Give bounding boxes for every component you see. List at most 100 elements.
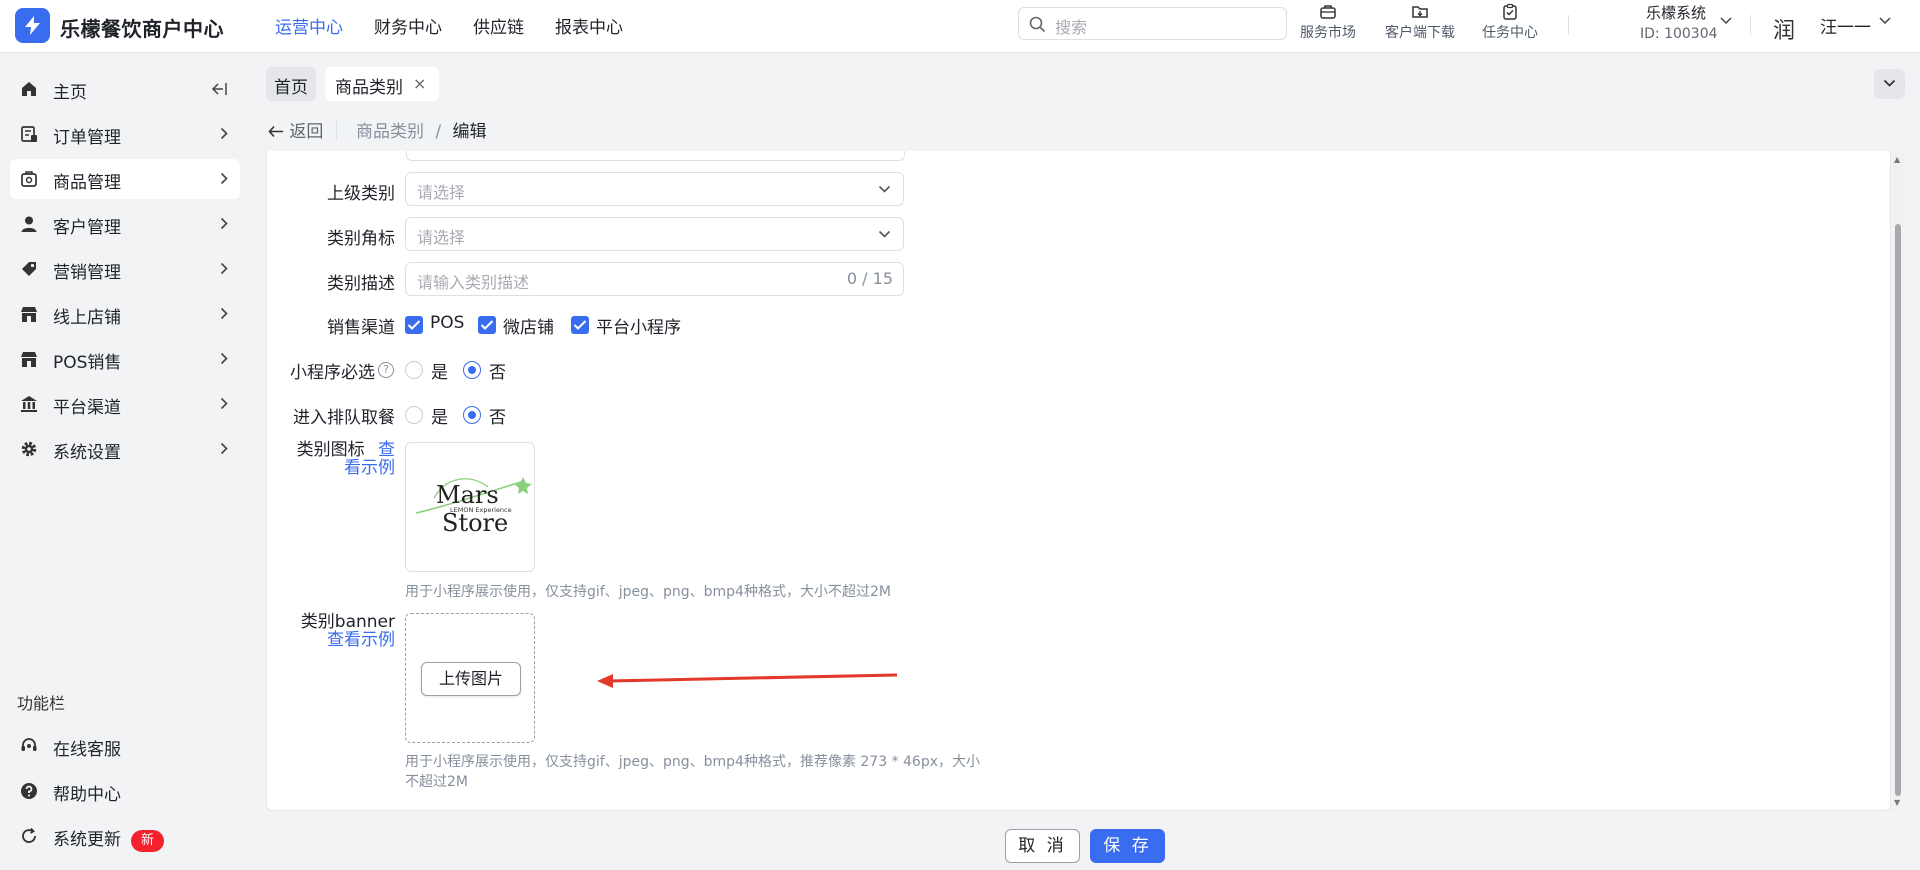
check-icon [407, 320, 421, 330]
sidebar-item-platform-channels[interactable]: 平台渠道 [10, 384, 240, 424]
scroll-down-icon[interactable]: ▼ [1894, 798, 1900, 807]
breadcrumb-divider [336, 119, 337, 139]
store-icon [21, 307, 37, 322]
checkbox-mini-program-label[interactable]: 平台小程序 [596, 313, 681, 338]
category-icon-preview[interactable]: Mars LEMON Experience Store [405, 442, 535, 572]
nav-supply-chain[interactable]: 供应链 [473, 13, 524, 38]
sidebar-item-system-settings[interactable]: 系统设置 [10, 429, 240, 469]
sidebar-item-home[interactable]: 主页 [10, 69, 240, 109]
checkbox-mini-program[interactable] [571, 316, 589, 334]
parent-category-label: 上级类别 [327, 184, 395, 204]
help-icon[interactable]: ? [378, 362, 394, 378]
sidebar: 主页 订单管理 商品管理 客户管理 营销管理 线上店铺 POS销售 平台渠道 系 [0, 54, 250, 870]
checkbox-pos-label[interactable]: POS [430, 313, 464, 333]
mini-required-label: 小程序必选 [290, 363, 375, 383]
category-desc-label: 类别描述 [327, 274, 395, 294]
checkbox-micro-store[interactable] [478, 316, 496, 334]
top-nav: 运营中心 财务中心 供应链 报表中心 [275, 13, 654, 38]
radio-yes-label[interactable]: 是 [431, 358, 448, 383]
breadcrumb-parent[interactable]: 商品类别 [356, 122, 424, 142]
char-count: 0 / 15 [846, 269, 893, 288]
banner-hint-line1: 用于小程序展示使用，仅支持gif、jpeg、png、bmp4种格式，推荐像素 2… [405, 754, 981, 770]
user-name[interactable]: 汪一一 [1820, 13, 1871, 38]
category-badge-select[interactable]: 请选择 [405, 217, 904, 251]
chevron-right-icon [220, 397, 228, 410]
view-example-link[interactable]: 查 [378, 440, 395, 460]
system-switcher[interactable]: 乐檬系统 ID: 100304 [1640, 2, 1718, 42]
category-badge-label: 类别角标 [327, 229, 395, 249]
chevron-right-icon [220, 352, 228, 365]
category-icon-label-text: 类别图标 [296, 440, 365, 460]
task-center-button[interactable]: 任务中心 [1482, 3, 1538, 42]
sidebar-item-customers[interactable]: 客户管理 [10, 204, 240, 244]
parent-category-placeholder: 请选择 [417, 183, 466, 202]
tabs-dropdown-button[interactable] [1874, 69, 1905, 99]
chevron-down-icon[interactable] [1878, 16, 1892, 26]
sidebar-item-products[interactable]: 商品管理 [10, 159, 240, 199]
nav-reports[interactable]: 报表中心 [555, 13, 623, 38]
client-download-button[interactable]: 客户端下载 [1385, 3, 1455, 42]
collapse-sidebar-icon[interactable] [211, 82, 228, 96]
radio-no-label[interactable]: 否 [489, 358, 506, 383]
chevron-right-icon [220, 442, 228, 455]
folder-download-icon [1412, 6, 1428, 18]
chevron-down-icon[interactable] [1719, 16, 1733, 26]
category-icon-label: 类别图标 查 看示例 [280, 441, 395, 477]
sidebar-item-online-store[interactable]: 线上店铺 [10, 294, 240, 334]
save-button[interactable]: 保 存 [1090, 829, 1165, 863]
radio-yes-label[interactable]: 是 [431, 403, 448, 428]
breadcrumb: 商品类别 / 编辑 [356, 117, 487, 142]
category-badge-placeholder: 请选择 [417, 228, 466, 247]
search-input[interactable]: 搜索 [1018, 7, 1287, 40]
cancel-button[interactable]: 取 消 [1005, 829, 1080, 863]
radio-queue-yes[interactable] [405, 406, 423, 424]
chevron-down-icon [878, 185, 891, 193]
sidebar-item-online-support[interactable]: 在线客服 [10, 726, 240, 766]
category-banner-label-text: 类别banner [300, 612, 395, 632]
clipped-select[interactable] [406, 151, 905, 161]
parent-category-select[interactable]: 请选择 [405, 172, 904, 206]
chevron-right-icon [220, 172, 228, 185]
sidebar-item-marketing[interactable]: 营销管理 [10, 249, 240, 289]
checkbox-pos[interactable] [405, 316, 423, 334]
banner-upload-area[interactable]: 上传图片 [405, 613, 535, 743]
back-button[interactable]: 返回 [268, 117, 323, 142]
category-desc-input[interactable]: 请输入类别描述 0 / 15 [405, 262, 904, 296]
sidebar-item-orders[interactable]: 订单管理 [10, 114, 240, 154]
scrollbar-thumb[interactable] [1895, 224, 1901, 796]
checkbox-micro-store-label[interactable]: 微店铺 [503, 313, 554, 338]
radio-no-label[interactable]: 否 [489, 403, 506, 428]
sidebar-item-label: 系统设置 [53, 443, 121, 463]
view-example-link[interactable]: 看示例 [344, 458, 395, 478]
home-icon [22, 82, 36, 96]
sidebar-item-label: 帮助中心 [53, 785, 121, 805]
user-icon [21, 216, 37, 232]
breadcrumb-separator: / [435, 122, 442, 142]
avatar[interactable]: 润 [1773, 13, 1807, 44]
icon-hint: 用于小程序展示使用，仅支持gif、jpeg、png、bmp4种格式，大小不超过2… [405, 584, 891, 600]
tab-label: 商品类别 [335, 78, 403, 98]
service-market-button[interactable]: 服务市场 [1300, 3, 1356, 42]
radio-queue-no[interactable] [463, 406, 481, 424]
scroll-up-icon[interactable]: ▲ [1894, 155, 1900, 164]
sidebar-item-label: 营销管理 [53, 263, 121, 283]
nav-finance[interactable]: 财务中心 [374, 13, 442, 38]
check-icon [573, 320, 587, 330]
radio-mini-required-yes[interactable] [405, 361, 423, 379]
close-icon[interactable]: × [413, 74, 426, 93]
sidebar-item-label: 订单管理 [53, 128, 121, 148]
bank-icon [21, 396, 37, 412]
nav-operations[interactable]: 运营中心 [275, 13, 343, 38]
logo-text-mars: Mars [436, 481, 499, 509]
radio-mini-required-no[interactable] [463, 361, 481, 379]
sidebar-item-pos-sales[interactable]: POS销售 [10, 339, 240, 379]
check-icon [480, 320, 494, 330]
tab-product-category[interactable]: 商品类别 × [325, 67, 439, 101]
upload-image-button[interactable]: 上传图片 [421, 662, 521, 696]
app-logo-icon[interactable] [15, 8, 50, 43]
sidebar-item-help-center[interactable]: 帮助中心 [10, 771, 240, 811]
view-example-link[interactable]: 查看示例 [327, 630, 395, 650]
tab-home[interactable]: 首页 [266, 67, 316, 101]
system-update-label: 系统更新 [53, 830, 121, 850]
sidebar-item-system-update[interactable]: 系统更新新 [10, 816, 240, 856]
